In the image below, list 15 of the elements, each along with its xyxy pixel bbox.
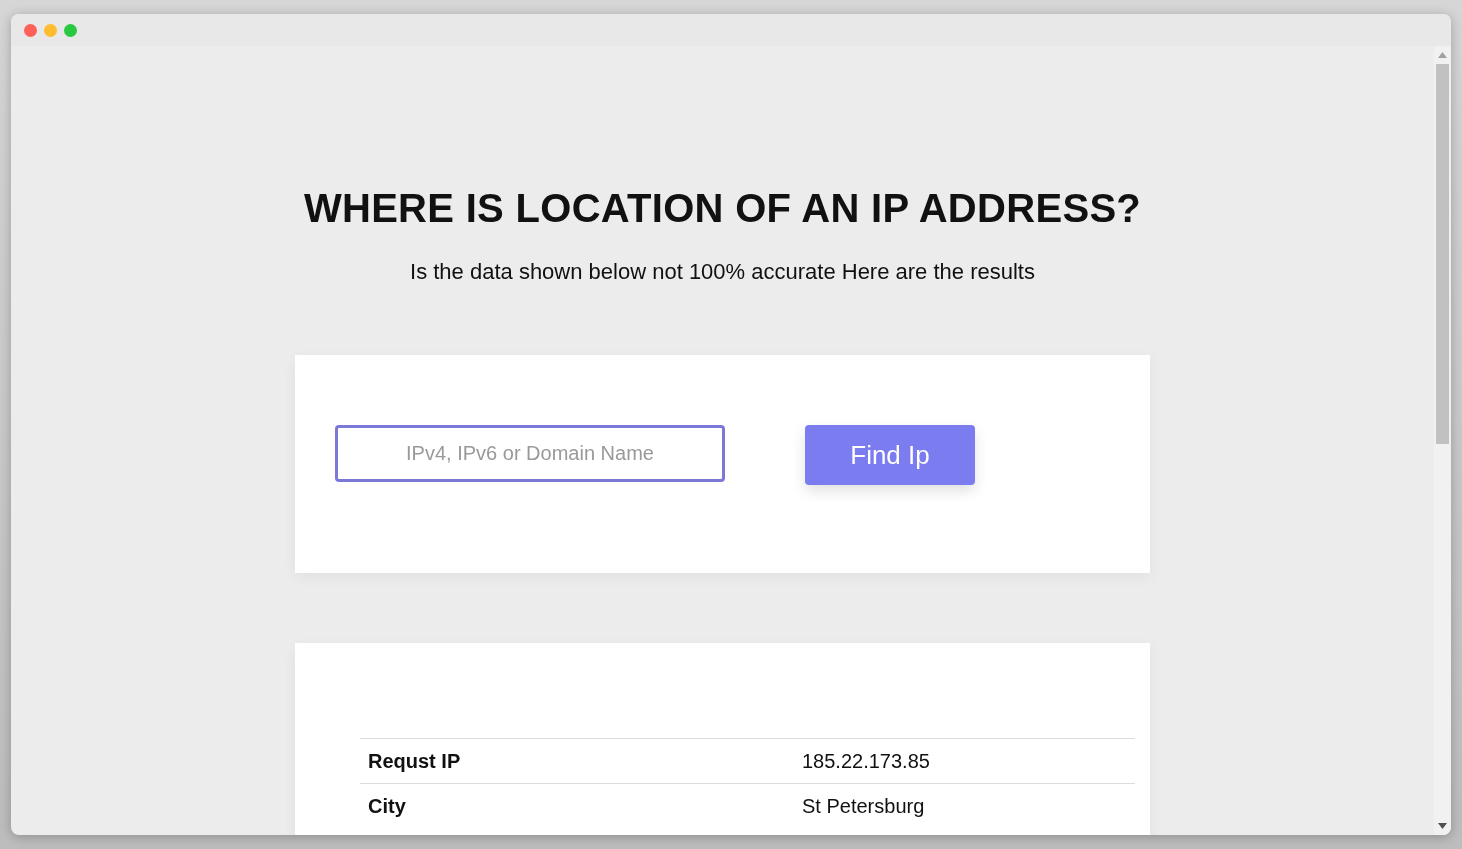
field-label: City [360, 783, 794, 828]
field-label: Requst IP [360, 738, 794, 784]
subtitle: Is the data shown below not 100% accurate Here are the results [410, 259, 1035, 285]
scrollbar[interactable] [1434, 46, 1451, 835]
find-ip-button[interactable]: Find Ip [805, 425, 975, 485]
ip-input-field[interactable]: IPv4, IPv6 or Domain Name [335, 425, 725, 482]
field-value: St Petersburg [794, 783, 1135, 828]
close-window-icon[interactable] [24, 23, 37, 37]
field-value: 185.22.173.85 [794, 738, 1135, 784]
scroll-up-icon[interactable] [1438, 52, 1447, 58]
scroll-thumb[interactable] [1436, 64, 1449, 444]
minimize-window-icon[interactable] [44, 23, 57, 37]
zoom-window-icon[interactable] [64, 23, 77, 37]
scroll-down-icon[interactable] [1438, 823, 1447, 829]
page-heading: WHERE IS LOCATION OF AN IP ADDRESS? [303, 186, 1142, 231]
